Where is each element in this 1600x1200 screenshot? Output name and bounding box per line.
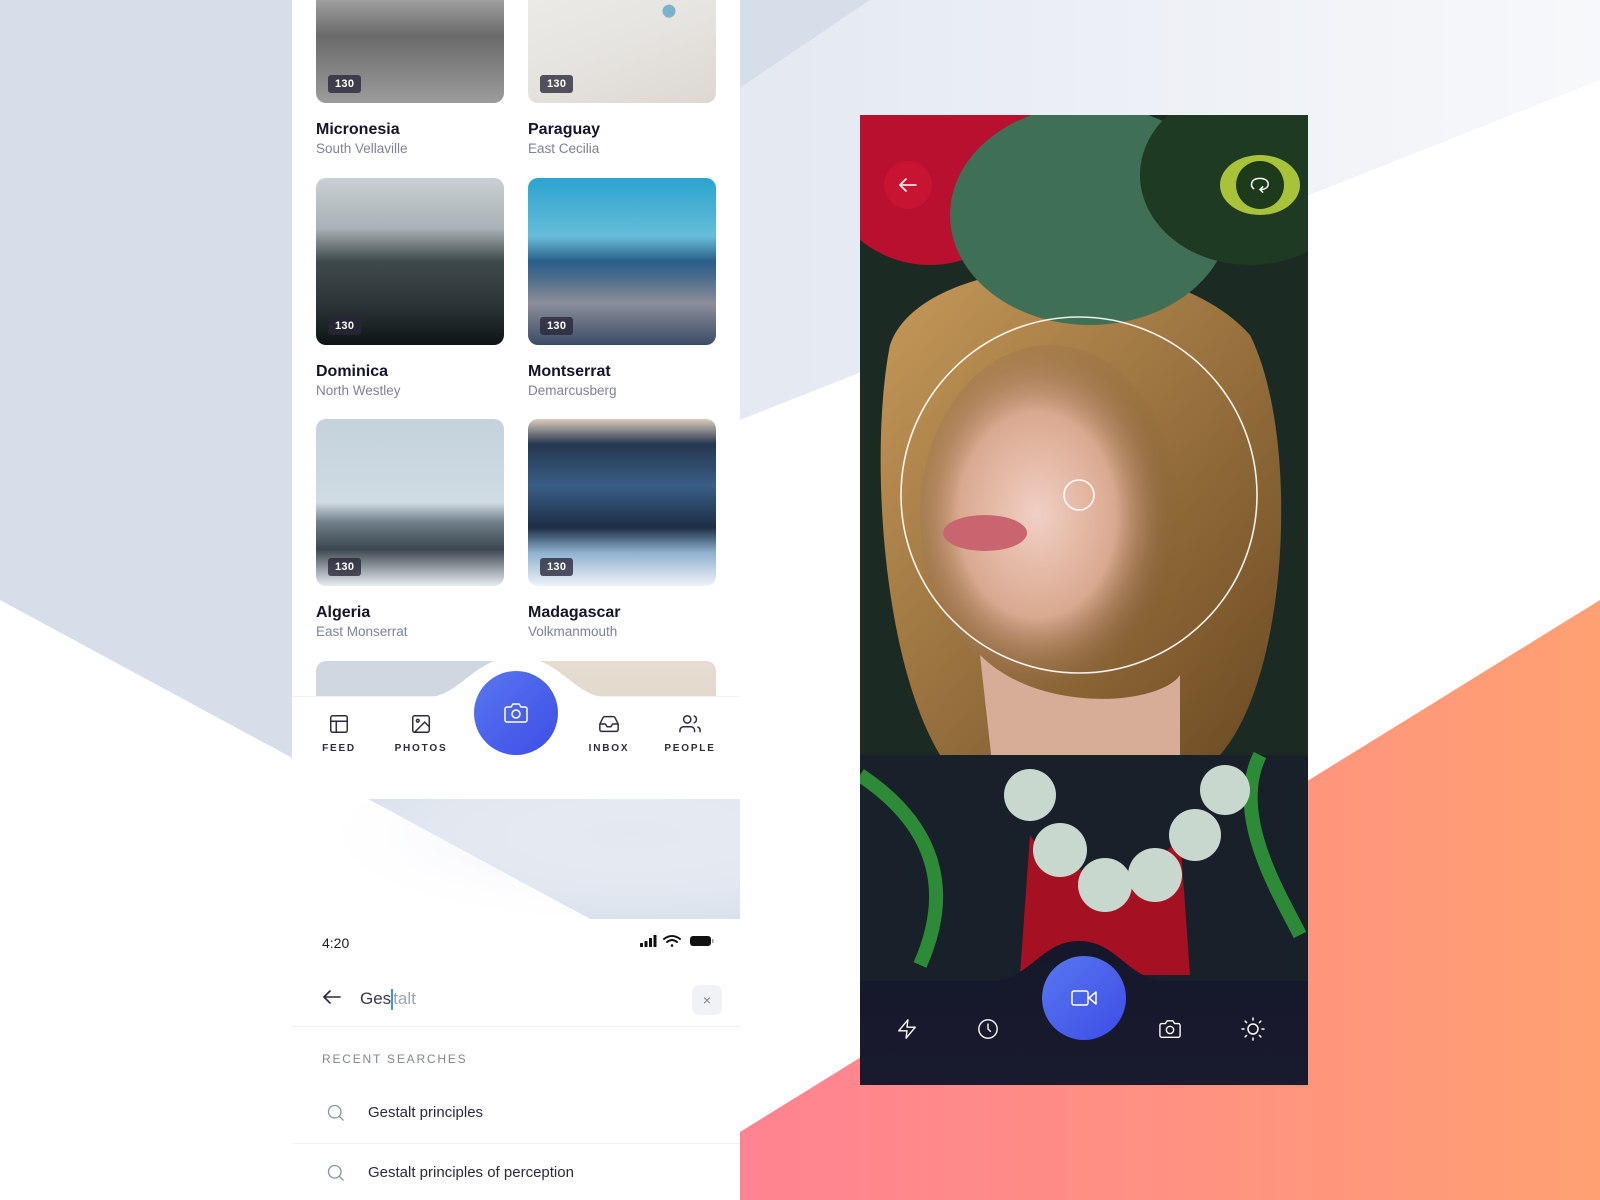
tab-label: FEED [322, 743, 356, 754]
signal-icon [640, 935, 657, 947]
destination-thumbnail: 130 [316, 419, 504, 586]
back-button[interactable] [322, 989, 342, 1010]
background-panel-shadow [320, 799, 740, 919]
destination-title: Micronesia [316, 121, 400, 138]
arrow-left-icon [323, 990, 341, 1004]
search-bar: Ges talt × [292, 971, 740, 1027]
photo-face [920, 345, 1180, 685]
timer-button[interactable] [968, 1009, 1008, 1049]
search-icon [327, 1164, 344, 1181]
video-icon [1071, 990, 1097, 1006]
users-icon [679, 715, 701, 733]
tab-label: PHOTOS [394, 743, 448, 754]
image-icon [412, 715, 430, 733]
photo-count-badge: 130 [540, 558, 574, 576]
destination-title: Algeria [316, 604, 371, 621]
recent-search-text: Gestalt principles of perception [368, 1164, 574, 1181]
search-screen: 4:20 Ges talt × RECENT SEARCHES Gestalt … [292, 919, 740, 1200]
destination-thumbnail: 130 [528, 178, 716, 345]
tab-label: PEOPLE [664, 743, 716, 754]
arrow-left-icon [899, 178, 917, 192]
destination-thumbnail: 130 [316, 178, 504, 345]
camera-viewfinder [860, 115, 1308, 1085]
destination-subtitle: North Westley [316, 383, 401, 398]
tab-people[interactable]: PEOPLE [650, 713, 730, 754]
rotate-icon [1250, 177, 1269, 193]
status-icons [640, 934, 716, 953]
photo-count-badge: 130 [540, 317, 574, 335]
close-icon: × [702, 992, 712, 1008]
destination-card[interactable]: 130 Micronesia South Vellaville [316, 0, 504, 156]
recent-search-item[interactable]: Gestalt principles of perception [292, 1144, 740, 1200]
photo-count-badge: 130 [328, 75, 362, 93]
search-query-typed: Ges [360, 989, 392, 1008]
background-shapes [0, 0, 1600, 1200]
camera-screen [860, 115, 1308, 1085]
destination-card[interactable]: 130 Dominica North Westley [316, 178, 504, 398]
wifi-icon [663, 935, 681, 947]
search-icon [327, 1104, 344, 1121]
recent-searches-heading: RECENT SEARCHES [322, 1052, 468, 1066]
recent-search-text: Gestalt principles [368, 1104, 484, 1121]
tab-inbox[interactable]: INBOX [569, 713, 649, 754]
record-video-button[interactable] [1042, 956, 1126, 1040]
camera-icon [1159, 1020, 1181, 1038]
photo-mode-button[interactable] [1150, 1009, 1190, 1049]
switch-camera-button[interactable] [1236, 161, 1284, 209]
destination-subtitle: South Vellaville [316, 141, 408, 156]
flash-icon [898, 1019, 916, 1039]
search-input[interactable]: Ges talt [360, 985, 660, 1013]
inbox-icon [599, 715, 619, 733]
camera-fab-button[interactable] [474, 671, 558, 755]
destination-title: Montserrat [528, 363, 611, 380]
photo-count-badge: 130 [328, 317, 362, 335]
clear-search-button[interactable]: × [692, 985, 722, 1015]
destination-card[interactable]: 130 Madagascar Volkmanmouth [528, 419, 716, 639]
destination-title: Paraguay [528, 121, 601, 138]
search-query-suggestion: talt [393, 989, 416, 1008]
destination-thumbnail: 130 [316, 0, 504, 103]
destination-card[interactable]: 130 Montserrat Demarcusberg [528, 178, 716, 398]
back-button[interactable] [884, 161, 932, 209]
destination-thumbnail: 130 [528, 0, 716, 103]
tab-photos[interactable]: PHOTOS [381, 713, 461, 754]
photo-count-badge: 130 [328, 558, 362, 576]
timer-icon [978, 1019, 998, 1039]
tab-feed[interactable]: FEED [299, 713, 379, 754]
destination-subtitle: East Cecilia [528, 141, 600, 156]
tab-label: INBOX [588, 743, 630, 754]
photo-feed-screen: 130 Micronesia South Vellaville 130 Para… [292, 0, 740, 799]
layout-icon [330, 715, 348, 733]
flash-button[interactable] [887, 1009, 927, 1049]
photo-count-badge: 130 [540, 75, 574, 93]
destination-title: Dominica [316, 363, 389, 380]
destination-title: Madagascar [528, 604, 621, 621]
recent-search-item[interactable]: Gestalt principles [292, 1084, 740, 1144]
brightness-button[interactable] [1233, 1009, 1273, 1049]
destination-card[interactable]: 130 Paraguay East Cecilia [528, 0, 716, 156]
battery-icon [690, 936, 714, 946]
destination-thumbnail: 130 [528, 419, 716, 586]
status-time: 4:20 [322, 935, 350, 951]
photo-lips [943, 515, 1027, 551]
destination-subtitle: East Monserrat [316, 624, 408, 639]
destination-subtitle: Demarcusberg [528, 383, 617, 398]
destination-subtitle: Volkmanmouth [528, 624, 618, 639]
brightness-icon [1241, 1017, 1265, 1041]
destination-card[interactable]: 130 Algeria East Monserrat [316, 419, 504, 639]
camera-icon [504, 703, 528, 723]
